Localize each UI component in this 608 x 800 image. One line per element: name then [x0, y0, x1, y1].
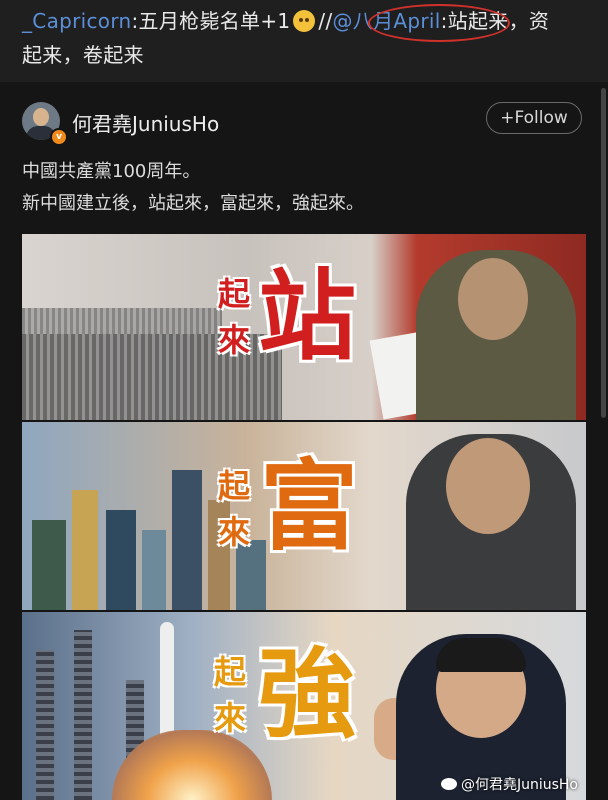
post-line-2: 新中國建立後，站起來，富起來，強起來。 — [22, 193, 364, 214]
repost-text-1: 五月枪毙名单+1 — [138, 9, 291, 33]
panel1-small-2: 來 — [217, 321, 250, 359]
scrollbar[interactable] — [601, 88, 606, 418]
post-line-1: 中國共產黨100周年。 — [22, 161, 201, 182]
post-username[interactable]: 何君堯JuniusHo — [72, 108, 219, 137]
panel3-small-2: 來 — [213, 699, 246, 737]
post-body: 中國共產黨100周年。 新中國建立後，站起來，富起來，強起來。 — [22, 156, 582, 220]
original-post: v 何君堯JuniusHo +Follow 中國共產黨100周年。 新中國建立後… — [0, 82, 608, 800]
verified-badge-icon: v — [50, 128, 68, 146]
panel2-small-2: 來 — [217, 513, 250, 551]
image-panel-stand-up: 起 來 站 — [22, 234, 586, 420]
panel2-big-char: 富 — [260, 450, 359, 564]
post-image[interactable]: 起 來 站 起 來 富 起 來 強 @何君堯JuniusHo — [22, 234, 586, 800]
image-panel-strong: 起 來 強 @何君堯JuniusHo — [22, 612, 586, 800]
panel3-small-1: 起 — [213, 653, 246, 691]
watermark-text: @何君堯JuniusHo — [460, 777, 578, 793]
doge-emoji-icon — [293, 10, 316, 32]
panel3-big-char: 強 — [258, 638, 357, 752]
panel1-big-char: 站 — [258, 260, 357, 374]
weibo-logo-icon — [440, 778, 457, 790]
image-watermark: @何君堯JuniusHo — [440, 774, 578, 794]
repost-colon: : — [131, 9, 139, 33]
image-panel-prosper: 起 來 富 — [22, 422, 586, 610]
repost-author-link[interactable]: _Capricorn — [22, 9, 131, 33]
repost-comment: _Capricorn:五月枪毙名单+1//@八月April:站起来，资起来，卷起… — [0, 0, 608, 82]
red-highlight-circle — [368, 4, 510, 42]
panel2-small-1: 起 — [217, 467, 250, 505]
follow-button[interactable]: +Follow — [486, 102, 582, 134]
panel1-small-1: 起 — [217, 275, 250, 313]
repost-separator: // — [318, 9, 333, 33]
